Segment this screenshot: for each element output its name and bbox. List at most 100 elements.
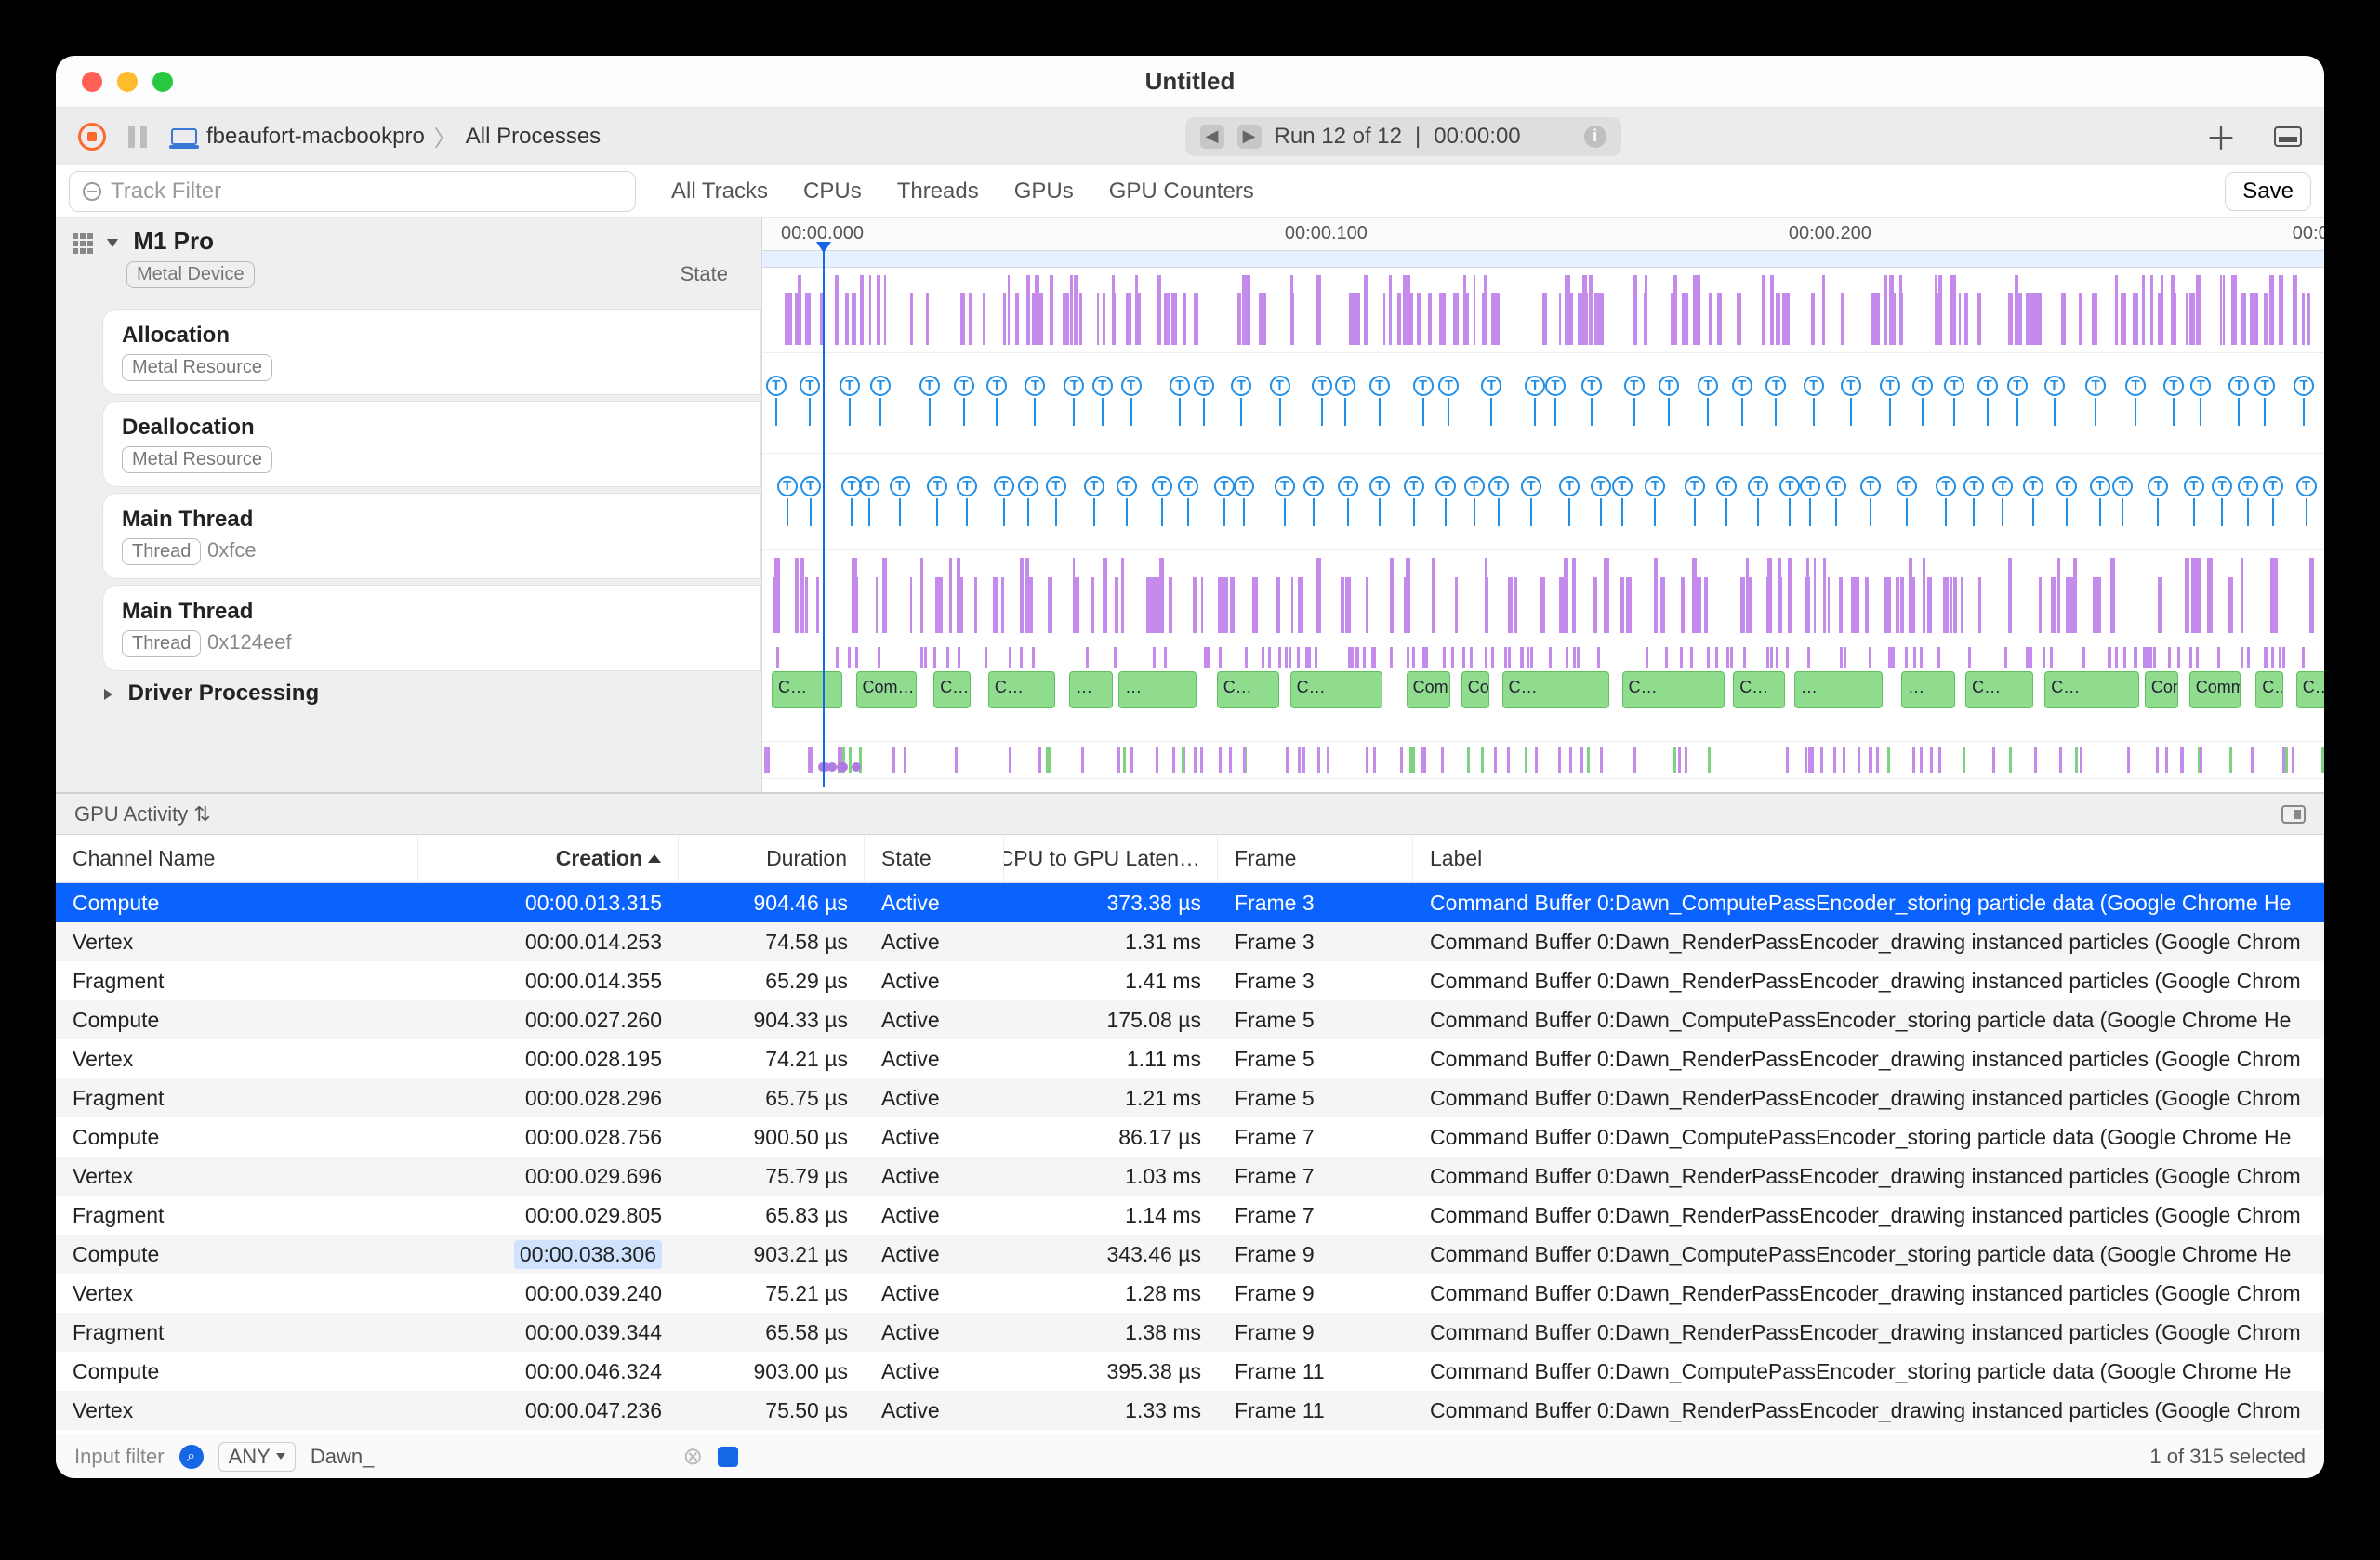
event-pin[interactable]: T [2263, 476, 2283, 496]
event-pin[interactable]: T [1732, 376, 1752, 396]
pause-button[interactable] [128, 126, 149, 148]
save-button[interactable]: Save [2225, 172, 2311, 211]
track-deallocation[interactable]: Deallocation Metal Resource [102, 401, 761, 487]
event-pin[interactable]: T [1338, 476, 1358, 496]
event-pin[interactable]: T [1178, 476, 1198, 496]
driver-processing-row[interactable]: Driver Processing [104, 681, 761, 707]
lane-deallocation[interactable]: TTTTTTTTTTTTTTTTTTTTTTTTTTTTTTTTTTTTTTTT… [762, 454, 2324, 550]
event-pin[interactable]: T [2125, 376, 2146, 396]
clear-filter-button[interactable]: ⊗ [682, 1442, 703, 1471]
event-pin[interactable]: T [1645, 476, 1665, 496]
track-filter-input[interactable]: Track Filter [69, 171, 636, 212]
event-pin[interactable]: T [994, 476, 1014, 496]
event-pin[interactable]: T [2056, 476, 2077, 496]
column-header[interactable]: Creation [418, 835, 679, 882]
table-row[interactable]: Fragment 00:00.029.805 65.83 µs Active 1… [56, 1196, 2324, 1235]
track-main-thread[interactable]: Main Thread Thread 0xfce [102, 493, 761, 579]
case-sensitive-toggle[interactable] [718, 1447, 738, 1467]
table-row[interactable]: Vertex 00:00.039.240 75.21 µs Active 1.2… [56, 1274, 2324, 1313]
event-pin[interactable]: T [1765, 376, 1786, 396]
event-pin[interactable]: T [1435, 476, 1456, 496]
event-pin[interactable]: T [1826, 476, 1846, 496]
event-pin[interactable]: T [2212, 476, 2232, 496]
event-pin[interactable]: T [1092, 376, 1113, 396]
chevron-down-icon[interactable] [107, 239, 118, 247]
table-row[interactable]: Fragment 00:00.039.344 65.58 µs Active 1… [56, 1313, 2324, 1352]
event-pin[interactable]: T [1912, 376, 1933, 396]
event-pin[interactable]: T [1303, 476, 1324, 496]
lane-driver-processing[interactable] [762, 742, 2324, 779]
event-pin[interactable]: T [1698, 376, 1718, 396]
tab-all-tracks[interactable]: All Tracks [671, 178, 768, 205]
event-pin[interactable]: T [1369, 476, 1390, 496]
table-row[interactable]: Compute 00:00.027.260 904.33 µs Active 1… [56, 1000, 2324, 1039]
event-pin[interactable]: T [1804, 376, 1824, 396]
event-pin[interactable]: T [1194, 376, 1214, 396]
table-row[interactable]: Compute 00:00.013.315 904.46 µs Active 3… [56, 883, 2324, 922]
table-row[interactable]: Fragment 00:00.014.355 65.29 µs Active 1… [56, 961, 2324, 1000]
event-pin[interactable]: T [2296, 476, 2317, 496]
event-pin[interactable]: T [1025, 376, 1045, 396]
event-pin[interactable]: T [840, 376, 860, 396]
record-button[interactable] [78, 123, 106, 151]
lane-main-thread-2[interactable]: C…Com…C…C………C…C…Com…Comm…C…C…C………C…C…Com… [762, 641, 2324, 742]
event-pin[interactable]: T [1084, 476, 1104, 496]
event-pin[interactable]: T [2085, 376, 2106, 396]
column-header[interactable]: Duration [679, 835, 865, 882]
event-pin[interactable]: T [919, 376, 940, 396]
event-pin[interactable]: T [1897, 476, 1917, 496]
tab-gpus[interactable]: GPUs [1014, 178, 1074, 205]
tab-threads[interactable]: Threads [897, 178, 979, 205]
playhead[interactable] [823, 251, 825, 787]
event-pin[interactable]: T [1964, 476, 1984, 496]
event-pin[interactable]: T [1335, 376, 1355, 396]
event-pin[interactable]: T [2238, 476, 2258, 496]
event-pin[interactable]: T [2228, 376, 2249, 396]
table-row[interactable]: Compute 00:00.028.756 900.50 µs Active 8… [56, 1117, 2324, 1157]
event-pin[interactable]: T [2112, 476, 2133, 496]
add-instrument-button[interactable]: ＋ [2205, 113, 2237, 159]
event-pin[interactable]: T [1170, 376, 1190, 396]
event-pin[interactable]: T [800, 376, 820, 396]
filter-value[interactable]: Dawn_ [311, 1445, 374, 1469]
minimize-window-button[interactable] [117, 72, 138, 92]
event-pin[interactable]: T [1312, 376, 1332, 396]
column-header[interactable]: Channel Name [56, 835, 418, 882]
detail-section-selector[interactable]: GPU Activity ⇅ [56, 794, 2324, 835]
table-row[interactable]: Vertex 00:00.029.696 75.79 µs Active 1.0… [56, 1157, 2324, 1196]
event-pin[interactable]: T [1234, 476, 1254, 496]
event-pin[interactable]: T [1064, 376, 1084, 396]
event-pin[interactable]: T [954, 376, 974, 396]
event-pin[interactable]: T [1992, 476, 2013, 496]
playhead-band[interactable] [762, 251, 2324, 268]
toggle-detail-panel-button[interactable] [2274, 126, 2302, 147]
column-header[interactable]: CPU to GPU Laten… [1004, 835, 1218, 882]
event-pin[interactable]: T [1117, 476, 1137, 496]
event-pin[interactable]: T [1860, 476, 1881, 496]
event-pin[interactable]: T [1716, 476, 1737, 496]
event-pin[interactable]: T [1481, 376, 1501, 396]
run-selector[interactable]: ◀ ▶ Run 12 of 12 | 00:00:00 i [1185, 117, 1621, 156]
event-pin[interactable]: T [2090, 476, 2110, 496]
event-pin[interactable]: T [1559, 476, 1580, 496]
column-header[interactable]: Frame [1218, 835, 1413, 882]
table-row[interactable]: Vertex 00:00.014.253 74.58 µs Active 1.3… [56, 922, 2324, 961]
time-ruler[interactable]: 00:00.00000:00.10000:00.20000:00.300 [762, 218, 2324, 251]
table-header[interactable]: Channel NameCreationDurationStateCPU to … [56, 835, 2324, 883]
table-row[interactable]: Compute 00:00.046.324 903.00 µs Active 3… [56, 1352, 2324, 1391]
event-pin[interactable]: T [1944, 376, 1964, 396]
tab-gpu-counters[interactable]: GPU Counters [1109, 178, 1254, 205]
event-pin[interactable]: T [890, 476, 910, 496]
event-pin[interactable]: T [800, 476, 821, 496]
event-pin[interactable]: T [1438, 376, 1459, 396]
event-pin[interactable]: T [2184, 476, 2204, 496]
timeline[interactable]: 00:00.00000:00.10000:00.20000:00.300 TTT… [762, 218, 2324, 792]
event-pin[interactable]: T [1275, 476, 1295, 496]
event-pin[interactable]: T [1581, 376, 1602, 396]
prev-run-button[interactable]: ◀ [1200, 125, 1224, 149]
event-pin[interactable]: T [1121, 376, 1142, 396]
event-pin[interactable]: T [2007, 376, 2028, 396]
event-pin[interactable]: T [1231, 376, 1251, 396]
event-pin[interactable]: T [1046, 476, 1066, 496]
event-pin[interactable]: T [766, 376, 787, 396]
